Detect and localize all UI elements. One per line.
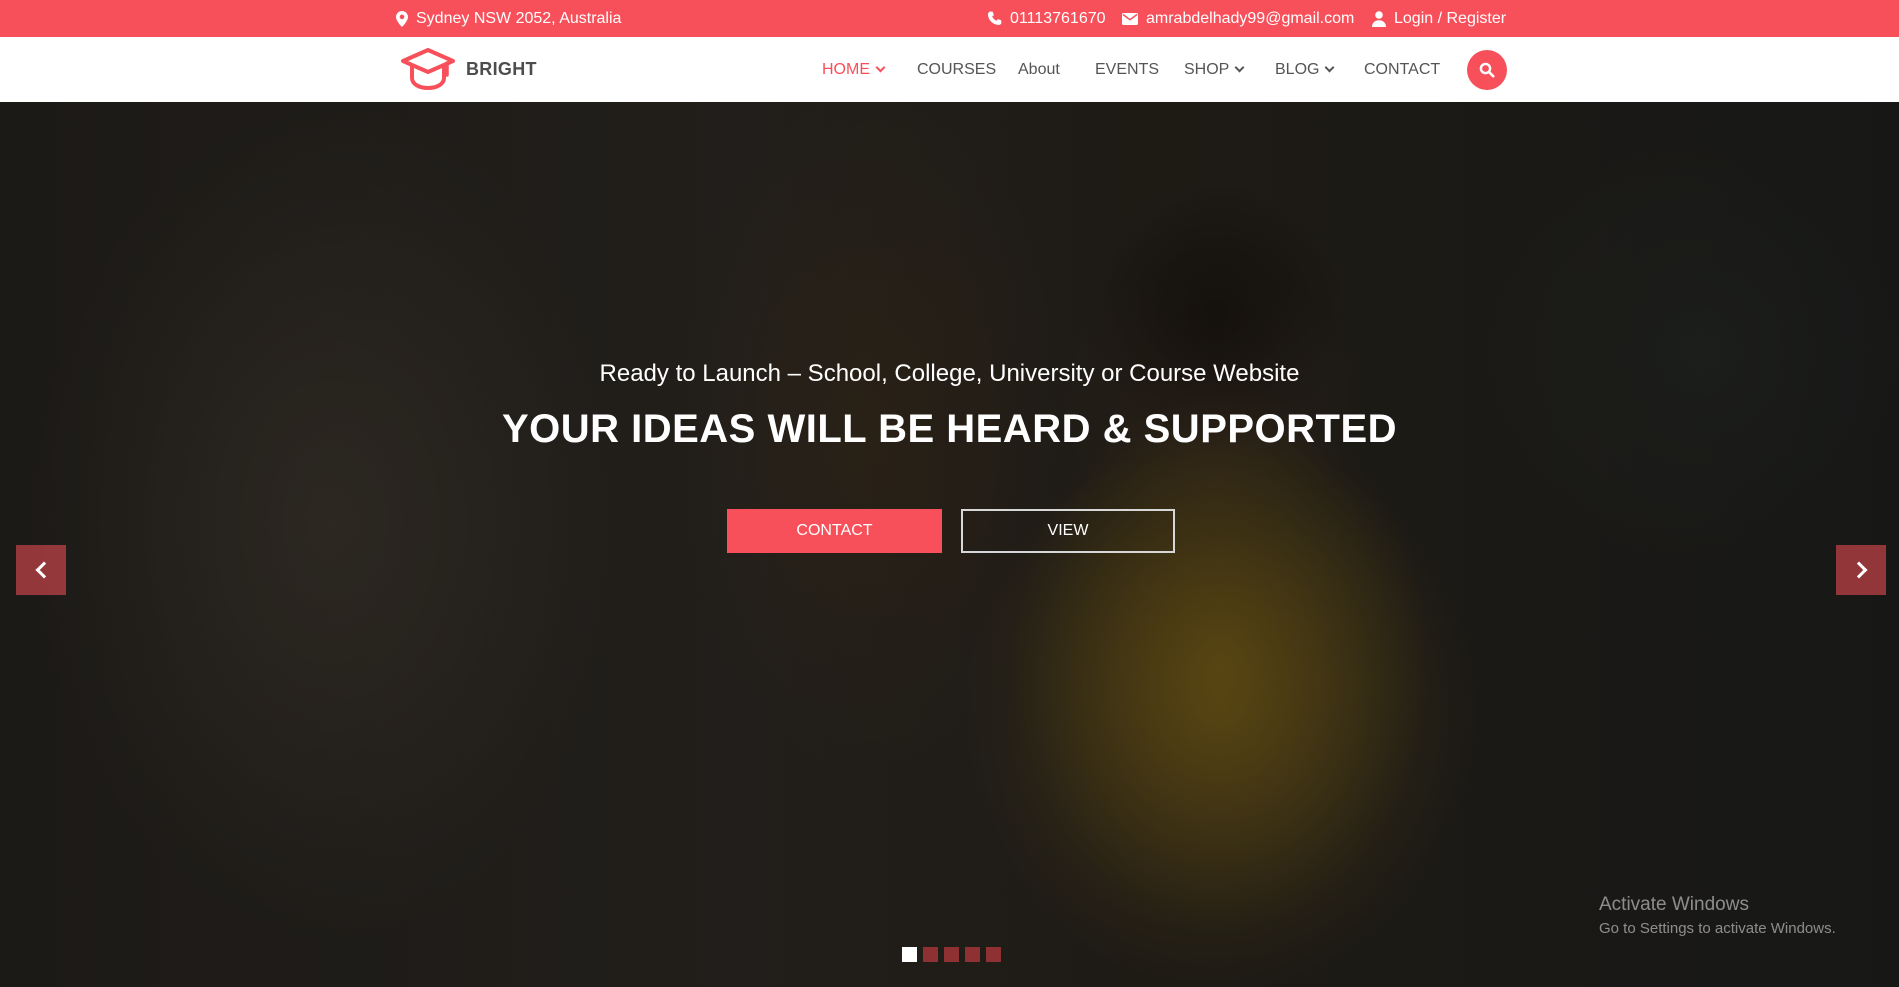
windows-activation-watermark: Activate Windows Go to Settings to activ… [1599, 894, 1836, 937]
phone-icon [987, 11, 1002, 25]
map-marker-icon [396, 10, 408, 27]
site-logo[interactable]: BRIGHT [400, 46, 537, 92]
hero-title: YOUR IDEAS WILL BE HEARD & SUPPORTED [501, 407, 1398, 451]
slider-dot-4[interactable] [965, 947, 980, 962]
nav-home-label: HOME [822, 60, 870, 78]
login-register-text[interactable]: Login / Register [1394, 10, 1506, 28]
phone-text[interactable]: 01113761670 [1010, 10, 1106, 28]
chevron-left-icon [35, 561, 52, 579]
nav-shop[interactable]: SHOP [1184, 37, 1245, 102]
address-info: Sydney NSW 2052, Australia [396, 0, 621, 37]
search-button[interactable] [1467, 50, 1507, 90]
slider-pagination [902, 947, 1001, 962]
nav-shop-label: SHOP [1184, 60, 1230, 78]
nav-about-label: About [1018, 60, 1060, 78]
envelope-icon [1122, 12, 1138, 25]
nav-courses-label: COURSES [917, 60, 997, 78]
nav-blog-label: BLOG [1275, 60, 1320, 78]
email-info[interactable]: amrabdelhady99@gmail.com [1122, 0, 1354, 37]
hero-slider: Ready to Launch – School, College, Unive… [0, 102, 1899, 987]
nav-blog[interactable]: BLOG [1275, 37, 1335, 102]
slider-dot-3[interactable] [944, 947, 959, 962]
chevron-down-icon [1234, 62, 1245, 73]
slider-dot-5[interactable] [986, 947, 1001, 962]
main-navbar: BRIGHT HOME COURSES About EVENTS SHOP BL… [0, 37, 1899, 102]
watermark-subtitle: Go to Settings to activate Windows. [1599, 920, 1836, 937]
graduation-cap-icon [401, 48, 455, 91]
hero-view-button[interactable]: VIEW [961, 509, 1175, 553]
chevron-down-icon [875, 62, 886, 73]
nav-home[interactable]: HOME [822, 37, 886, 102]
brand-name: BRIGHT [466, 58, 537, 79]
nav-courses[interactable]: COURSES [917, 37, 996, 102]
hero-contact-button[interactable]: CONTACT [727, 509, 942, 553]
nav-events-label: EVENTS [1095, 60, 1160, 78]
slider-dot-2[interactable] [923, 947, 938, 962]
address-text: Sydney NSW 2052, Australia [416, 9, 622, 27]
nav-about[interactable]: About [1018, 37, 1060, 102]
phone-info[interactable]: 01113761670 [987, 0, 1106, 37]
email-text[interactable]: amrabdelhady99@gmail.com [1146, 10, 1354, 28]
chevron-down-icon [1325, 62, 1335, 73]
hero-overlay [0, 102, 1899, 987]
user-icon [1372, 10, 1386, 27]
slider-prev-button[interactable] [16, 545, 66, 595]
nav-contact-label: CONTACT [1364, 60, 1441, 78]
top-info-bar: Sydney NSW 2052, Australia 01113761670 a… [0, 0, 1899, 37]
slider-next-button[interactable] [1836, 545, 1886, 595]
nav-events[interactable]: EVENTS [1095, 37, 1159, 102]
watermark-title: Activate Windows [1599, 894, 1749, 915]
login-register-link[interactable]: Login / Register [1372, 0, 1506, 37]
nav-contact[interactable]: CONTACT [1364, 37, 1440, 102]
hero-subtitle: Ready to Launch – School, College, Unive… [599, 360, 1300, 387]
slider-dot-1[interactable] [902, 947, 917, 962]
chevron-right-icon [1850, 561, 1867, 579]
search-icon [1479, 62, 1495, 78]
